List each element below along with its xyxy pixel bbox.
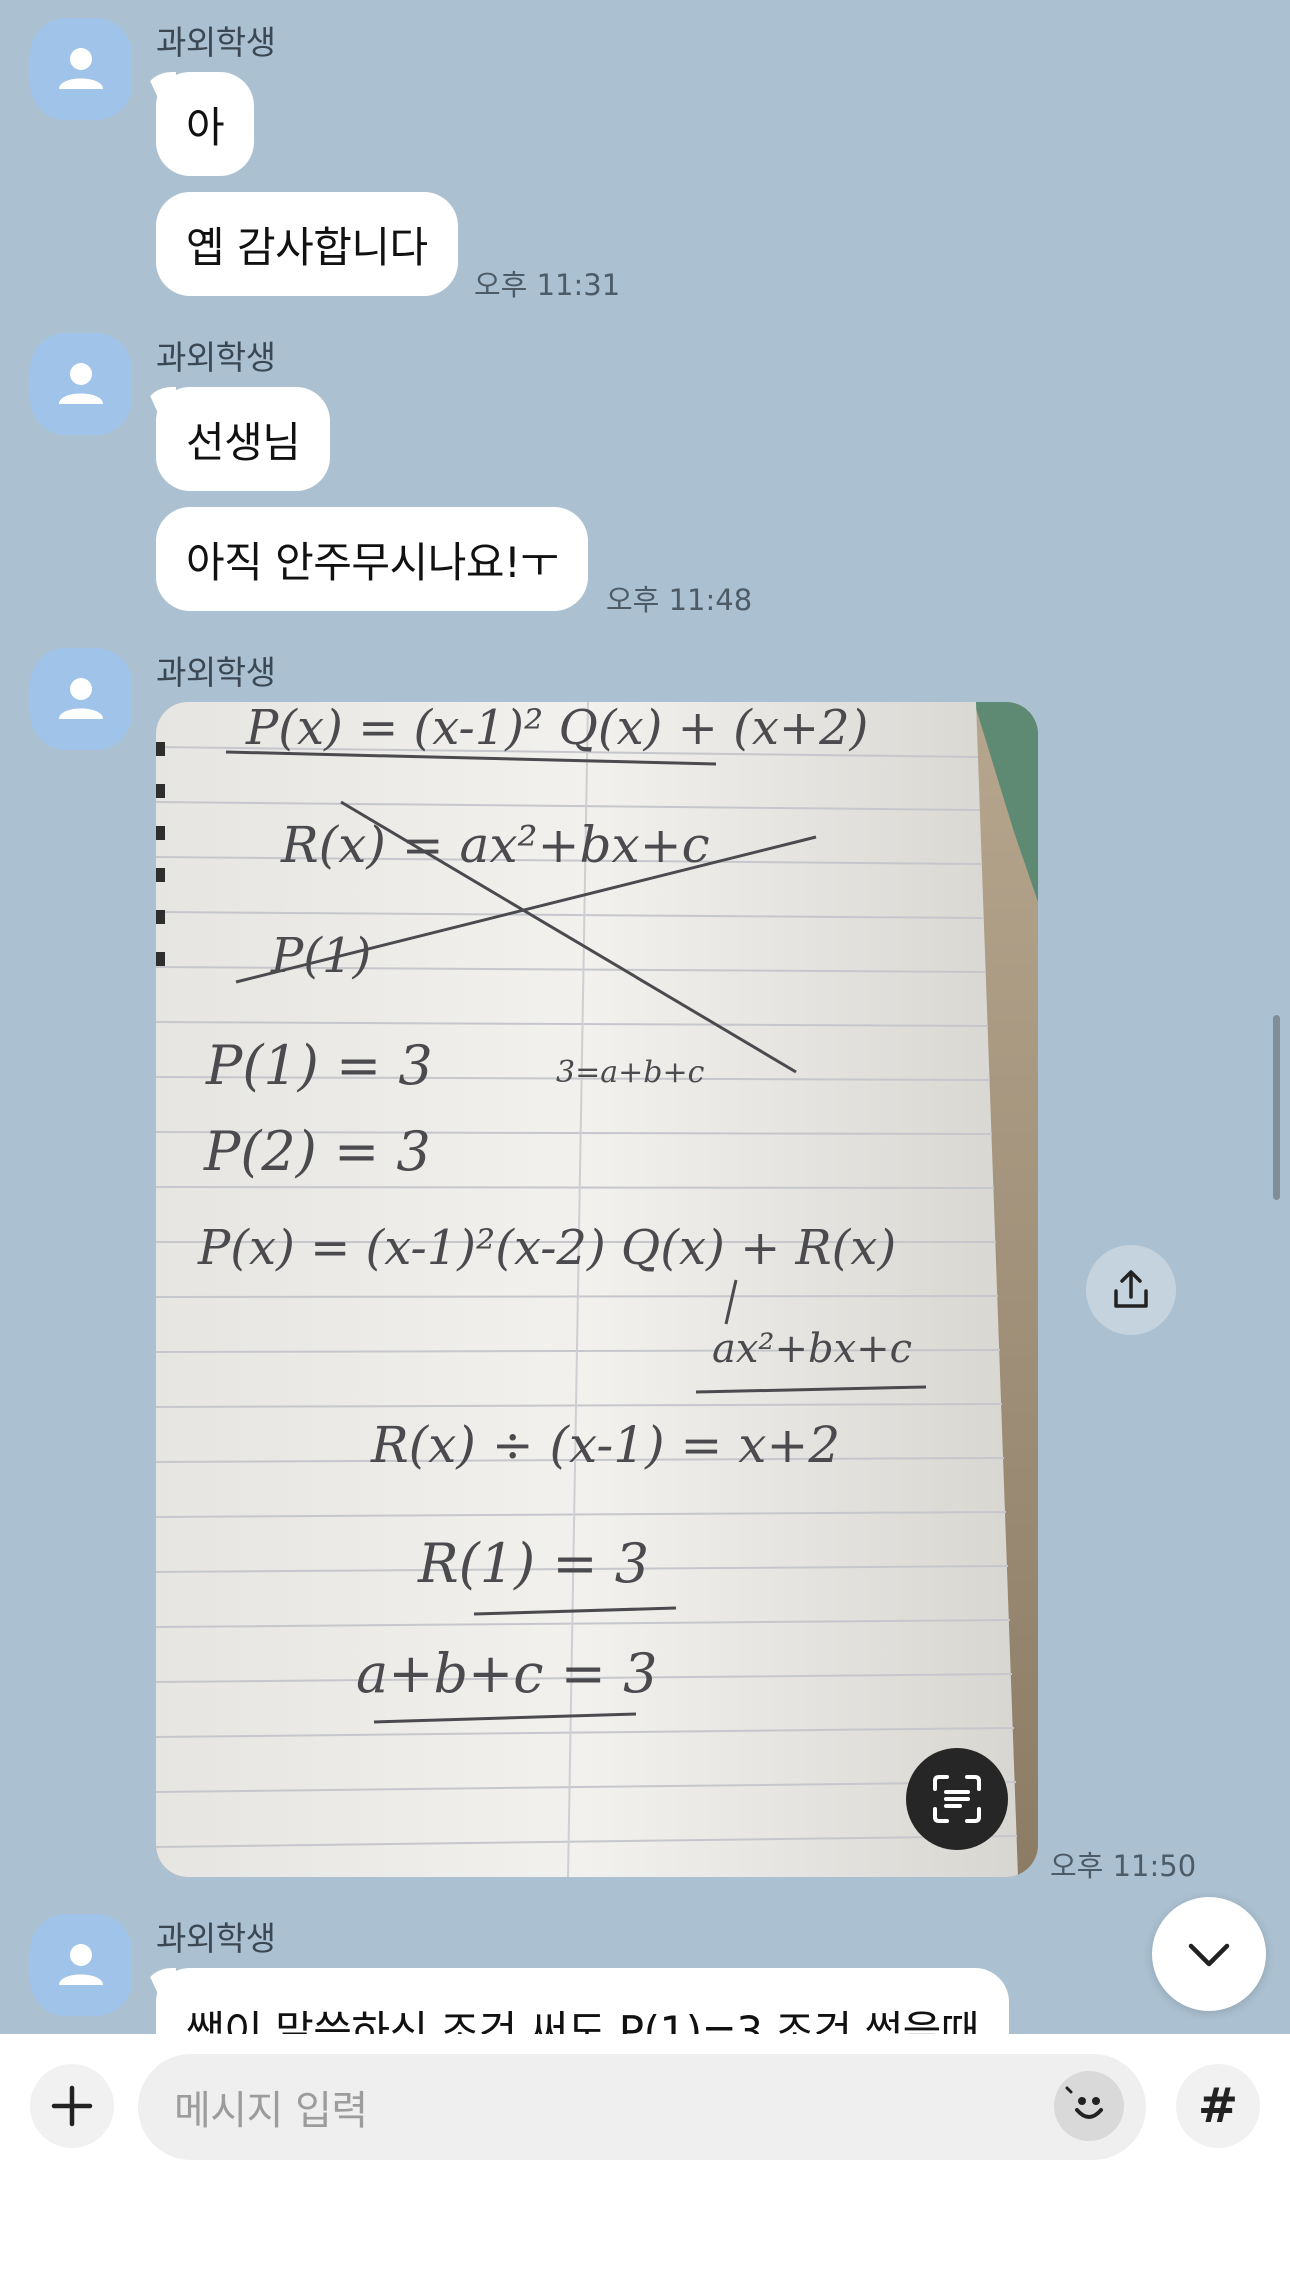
emoji-icon [1065,2086,1103,2119]
photo-text: P(x) = (x-1)² Q(x) + (x+2) [245,702,868,756]
photo-text: P(x) = (x-1)²(x-2) Q(x) + R(x) [197,1220,896,1276]
scroll-to-bottom-button[interactable] [1152,1897,1266,2011]
attach-button[interactable] [30,2064,114,2148]
photo-message[interactable]: P(x) = (x-1)² Q(x) + (x+2) R(x) = ax²+bx… [156,702,1038,1877]
avatar[interactable] [30,333,132,435]
handwritten-math-photo: P(x) = (x-1)² Q(x) + (x+2) R(x) = ax²+bx… [156,702,1038,1877]
plus-icon [51,2085,93,2127]
sender-name: 과외학생 [156,1919,276,1958]
photo-text: R(1) = 3 [417,1532,649,1595]
person-icon [59,678,103,719]
hash-label: # [1197,2078,1239,2134]
emoji-button[interactable] [1054,2071,1124,2141]
chevron-down-icon [1188,1943,1230,1967]
message-input[interactable]: 메시지 입력 [138,2054,1146,2160]
text-scan-button[interactable] [906,1748,1008,1850]
person-icon [59,48,103,89]
photo-text: 3=a+b+c [556,1055,705,1090]
sender-name: 과외학생 [156,653,276,692]
message-time: 오후 11:48 [606,583,753,617]
avatar[interactable] [30,1914,132,2016]
message-time: 오후 11:50 [1050,1849,1197,1883]
photo-text: ax²+bx+c [712,1326,912,1372]
person-icon [59,363,103,404]
photo-text: R(x) = ax²+bx+c [280,816,710,874]
share-button[interactable] [1086,1245,1176,1335]
photo-text: P(1) [270,928,371,984]
share-icon [1114,1270,1148,1308]
message-bubble[interactable]: 옙 감사합니다 [156,192,458,296]
sender-name: 과외학생 [156,338,276,377]
photo-text: P(1) = 3 [205,1034,433,1097]
message-time: 오후 11:31 [474,268,621,302]
message-bubble[interactable]: 선생님 [156,387,331,491]
person-icon [59,1944,103,1985]
text-scan-icon [933,1775,981,1823]
photo-text: P(2) = 3 [203,1120,431,1183]
message-input-placeholder: 메시지 입력 [174,2088,368,2134]
avatar[interactable] [30,648,132,750]
photo-text: R(x) ÷ (x-1) = x+2 [370,1416,840,1474]
avatar[interactable] [30,18,132,120]
message-bubble[interactable]: 아직 안주무시나요!ㅜ [156,507,589,611]
message-bubble[interactable]: 아 [156,72,255,176]
message-composer: 메시지 입력 # [0,2034,1290,2280]
sender-name: 과외학생 [156,23,276,62]
photo-text: a+b+c = 3 [356,1642,657,1705]
scrollbar[interactable] [1273,1015,1280,1200]
hashtag-button[interactable]: # [1176,2064,1260,2148]
